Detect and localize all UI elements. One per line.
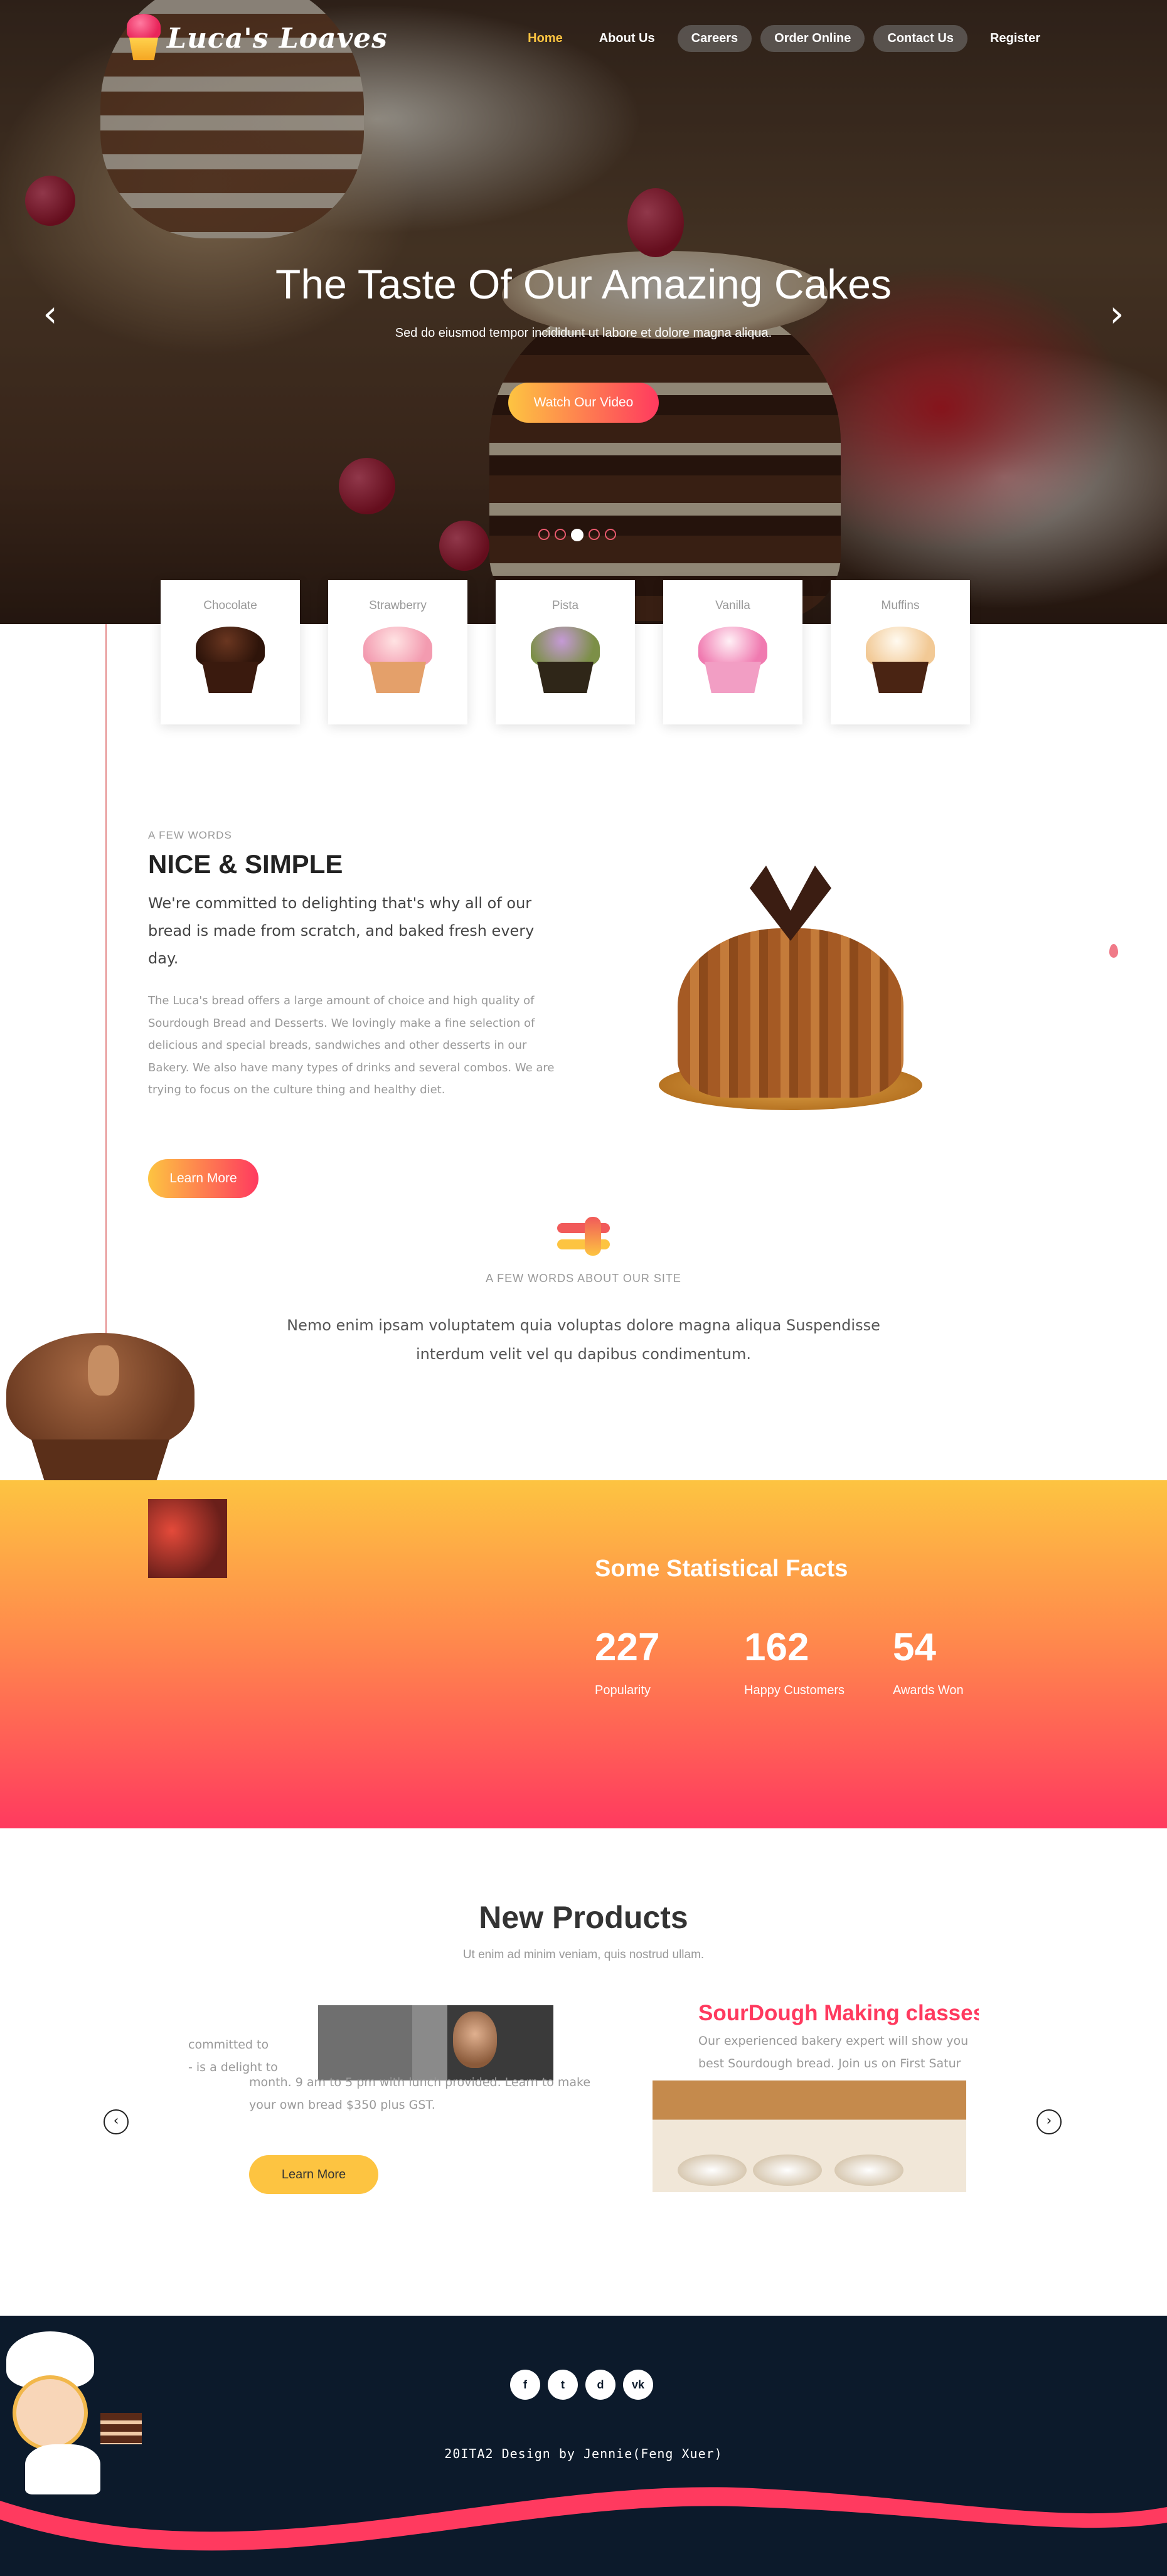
strawberry-cupcake-image	[361, 627, 435, 694]
nav-register[interactable]: Register	[976, 25, 1054, 52]
category-card-pista[interactable]: Pista	[496, 580, 635, 724]
sourdough-class-photo	[653, 2080, 966, 2192]
category-name: Strawberry	[369, 599, 427, 612]
slider-dot[interactable]	[555, 529, 566, 540]
cupcake-logo-icon	[124, 14, 163, 63]
product-learn-more-button[interactable]: Learn More	[249, 2155, 378, 2194]
site-eyebrow: A FEW WORDS ABOUT OUR SITE	[486, 1272, 681, 1285]
category-card-muffins[interactable]: Muffins	[831, 580, 970, 724]
footer-wave	[0, 2487, 1167, 2551]
products-title: New Products	[479, 1900, 688, 1935]
nav-home[interactable]: Home	[514, 25, 577, 52]
slider-dot-active[interactable]	[571, 529, 584, 541]
site-footer: f t d vk 20ITA2 Design by Jennie(Feng Xu…	[0, 2316, 1167, 2576]
nav-careers[interactable]: Careers	[677, 25, 752, 52]
hero-title: The Taste Of Our Amazing Cakes	[275, 261, 892, 307]
category-card-vanilla[interactable]: Vanilla	[663, 580, 802, 724]
slider-dot[interactable]	[538, 529, 550, 540]
stat-value: 162	[744, 1626, 809, 1669]
carousel-next-icon[interactable]: ›	[1036, 2109, 1062, 2134]
nav-about-us[interactable]: About Us	[585, 25, 669, 52]
product-description: Our experienced bakery expert will show …	[698, 2034, 969, 2070]
stat-label: Popularity	[595, 1683, 651, 1697]
brand-logo[interactable]: Luca's Loaves	[124, 14, 388, 63]
slider-pagination	[538, 529, 616, 541]
watch-video-button[interactable]: Watch Our Video	[508, 383, 659, 423]
chocolate-cake-image	[653, 866, 935, 1116]
vk-icon[interactable]: vk	[623, 2370, 653, 2400]
category-name: Pista	[552, 599, 579, 612]
chocolate-cake-image	[193, 627, 267, 694]
dribbble-icon[interactable]: d	[585, 2370, 615, 2400]
stat-label: Happy Customers	[744, 1683, 845, 1697]
main-nav: Home About Us Careers Order Online Conta…	[514, 25, 1054, 52]
hanging-muffin-image	[6, 1333, 194, 1483]
stat-awards-won: 54 Awards Won	[893, 1626, 964, 1698]
category-name: Vanilla	[715, 599, 750, 612]
cutlery-icon	[557, 1217, 610, 1258]
stat-label: Awards Won	[893, 1683, 964, 1697]
nav-order-online[interactable]: Order Online	[760, 25, 865, 52]
stat-popularity: 227 Popularity	[595, 1626, 659, 1698]
top-navigation-bar: Luca's Loaves Home About Us Careers Orde…	[0, 0, 1167, 82]
twitter-icon[interactable]: t	[548, 2370, 578, 2400]
stats-title: Some Statistical Facts	[595, 1556, 848, 1582]
social-links: f t d vk	[510, 2370, 653, 2400]
stat-value: 227	[595, 1626, 660, 1669]
stats-section: Some Statistical Facts 227 Popularity 16…	[0, 1480, 1167, 1828]
category-cards: Chocolate Strawberry Pista Vanilla Muffi…	[161, 580, 970, 724]
category-name: Muffins	[881, 599, 920, 612]
about-lead: We're committed to delighting that's why…	[148, 894, 535, 967]
stat-value: 54	[893, 1626, 936, 1669]
category-card-chocolate[interactable]: Chocolate	[161, 580, 300, 724]
decorative-hanging-line	[105, 624, 107, 1339]
products-carousel: committed to - is a delight to month. 9 …	[188, 2001, 979, 2214]
slider-dot[interactable]	[605, 529, 616, 540]
hero-slider: Luca's Loaves Home About Us Careers Orde…	[0, 0, 1167, 624]
hero-subtitle: Sed do eiusmod tempor incididunt ut labo…	[395, 326, 772, 340]
learn-more-button[interactable]: Learn More	[148, 1159, 258, 1198]
baker-photo	[318, 2005, 553, 2080]
back-to-top-icon[interactable]	[1109, 944, 1118, 958]
about-body: The Luca's bread offers a large amount o…	[148, 994, 555, 1096]
vanilla-cupcake-image	[696, 627, 770, 694]
slider-dot[interactable]	[589, 529, 600, 540]
facebook-icon[interactable]: f	[510, 2370, 540, 2400]
nav-contact-us[interactable]: Contact Us	[873, 25, 967, 52]
category-name: Chocolate	[203, 599, 257, 612]
cupcakes-thumbnail	[148, 1499, 227, 1578]
category-card-strawberry[interactable]: Strawberry	[328, 580, 467, 724]
carousel-prev-icon[interactable]: ‹	[104, 2109, 129, 2134]
footer-credit: 20ITA2 Design by Jennie(Feng Xuer)	[444, 2446, 723, 2461]
muffin-image	[863, 627, 937, 694]
product-title[interactable]: SourDough Making classes	[698, 2001, 979, 2026]
stat-happy-customers: 162 Happy Customers	[744, 1626, 845, 1698]
about-title: NICE & SIMPLE	[148, 849, 343, 879]
about-eyebrow: A FEW WORDS	[148, 829, 232, 841]
product-description: month. 9 am to 5 pm with lunch provided.…	[249, 2075, 591, 2112]
pista-cupcake-image	[528, 627, 602, 694]
site-description: Nemo enim ipsam voluptatem quia voluptas…	[287, 1317, 880, 1363]
products-subtitle: Ut enim ad minim veniam, quis nostrud ul…	[462, 1948, 705, 1961]
brand-name: Luca's Loaves	[167, 22, 388, 55]
